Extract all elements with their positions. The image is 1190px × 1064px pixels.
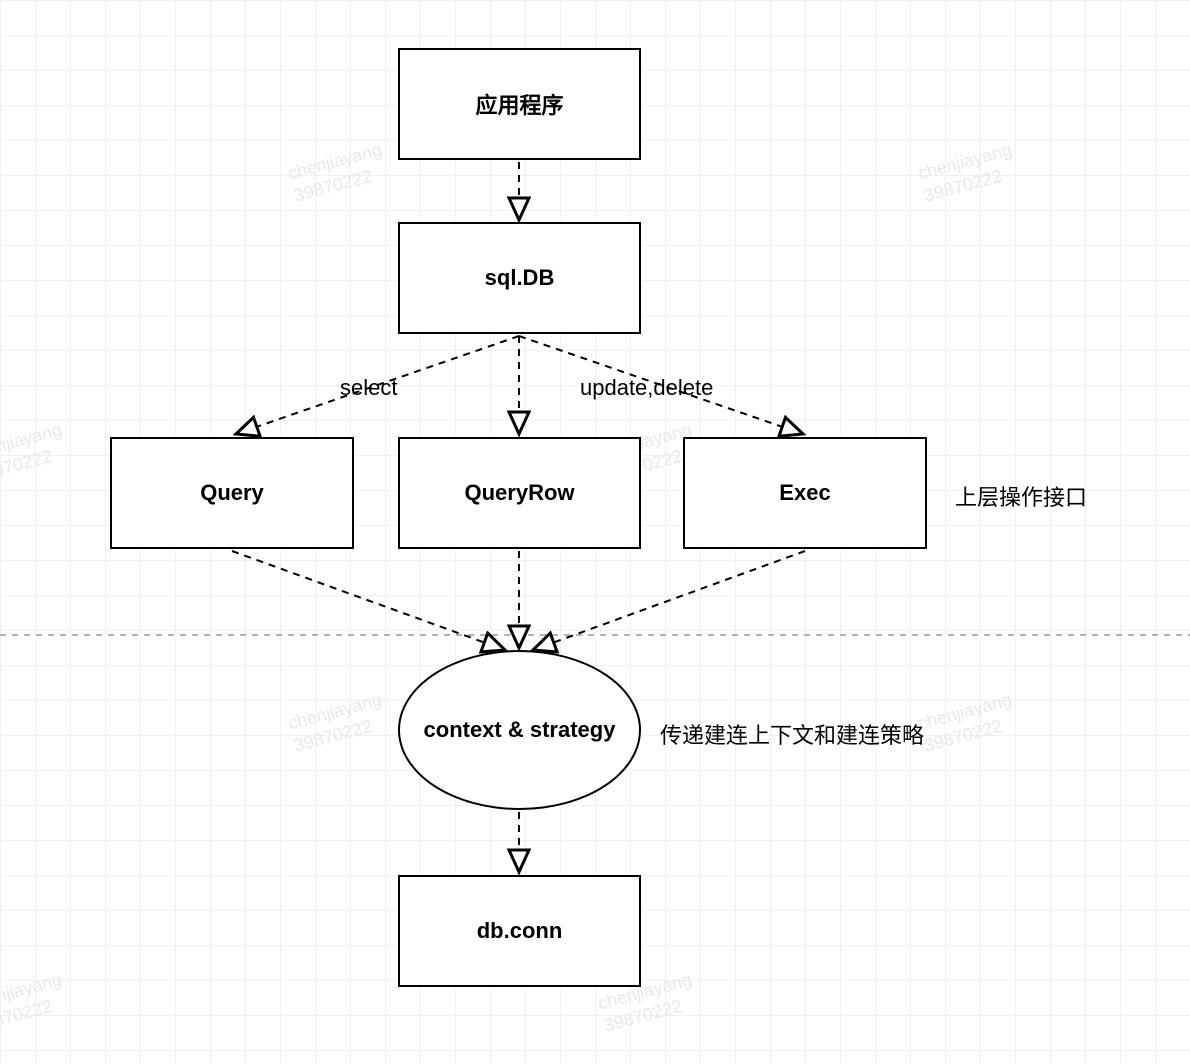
annotation-upper-api: 上层操作接口: [955, 480, 1087, 512]
node-dbconn: db.conn: [398, 875, 641, 987]
node-context-strategy: context & strategy: [398, 650, 641, 810]
node-sqldb-label: sql.DB: [485, 265, 555, 291]
edge-update-delete-label: update,delete: [580, 375, 713, 401]
node-app-label: 应用程序: [475, 88, 563, 120]
node-query: Query: [110, 437, 354, 549]
node-queryrow: QueryRow: [398, 437, 641, 549]
node-dbconn-label: db.conn: [477, 918, 563, 944]
node-query-label: Query: [200, 480, 264, 506]
node-app: 应用程序: [398, 48, 641, 160]
node-exec: Exec: [683, 437, 927, 549]
node-sqldb: sql.DB: [398, 222, 641, 334]
node-queryrow-label: QueryRow: [464, 480, 574, 506]
node-context-label: context & strategy: [424, 717, 616, 743]
edge-select-label: select: [340, 375, 397, 401]
annotation-conn-strategy: 传递建连上下文和建连策略: [660, 718, 924, 750]
node-exec-label: Exec: [779, 480, 830, 506]
